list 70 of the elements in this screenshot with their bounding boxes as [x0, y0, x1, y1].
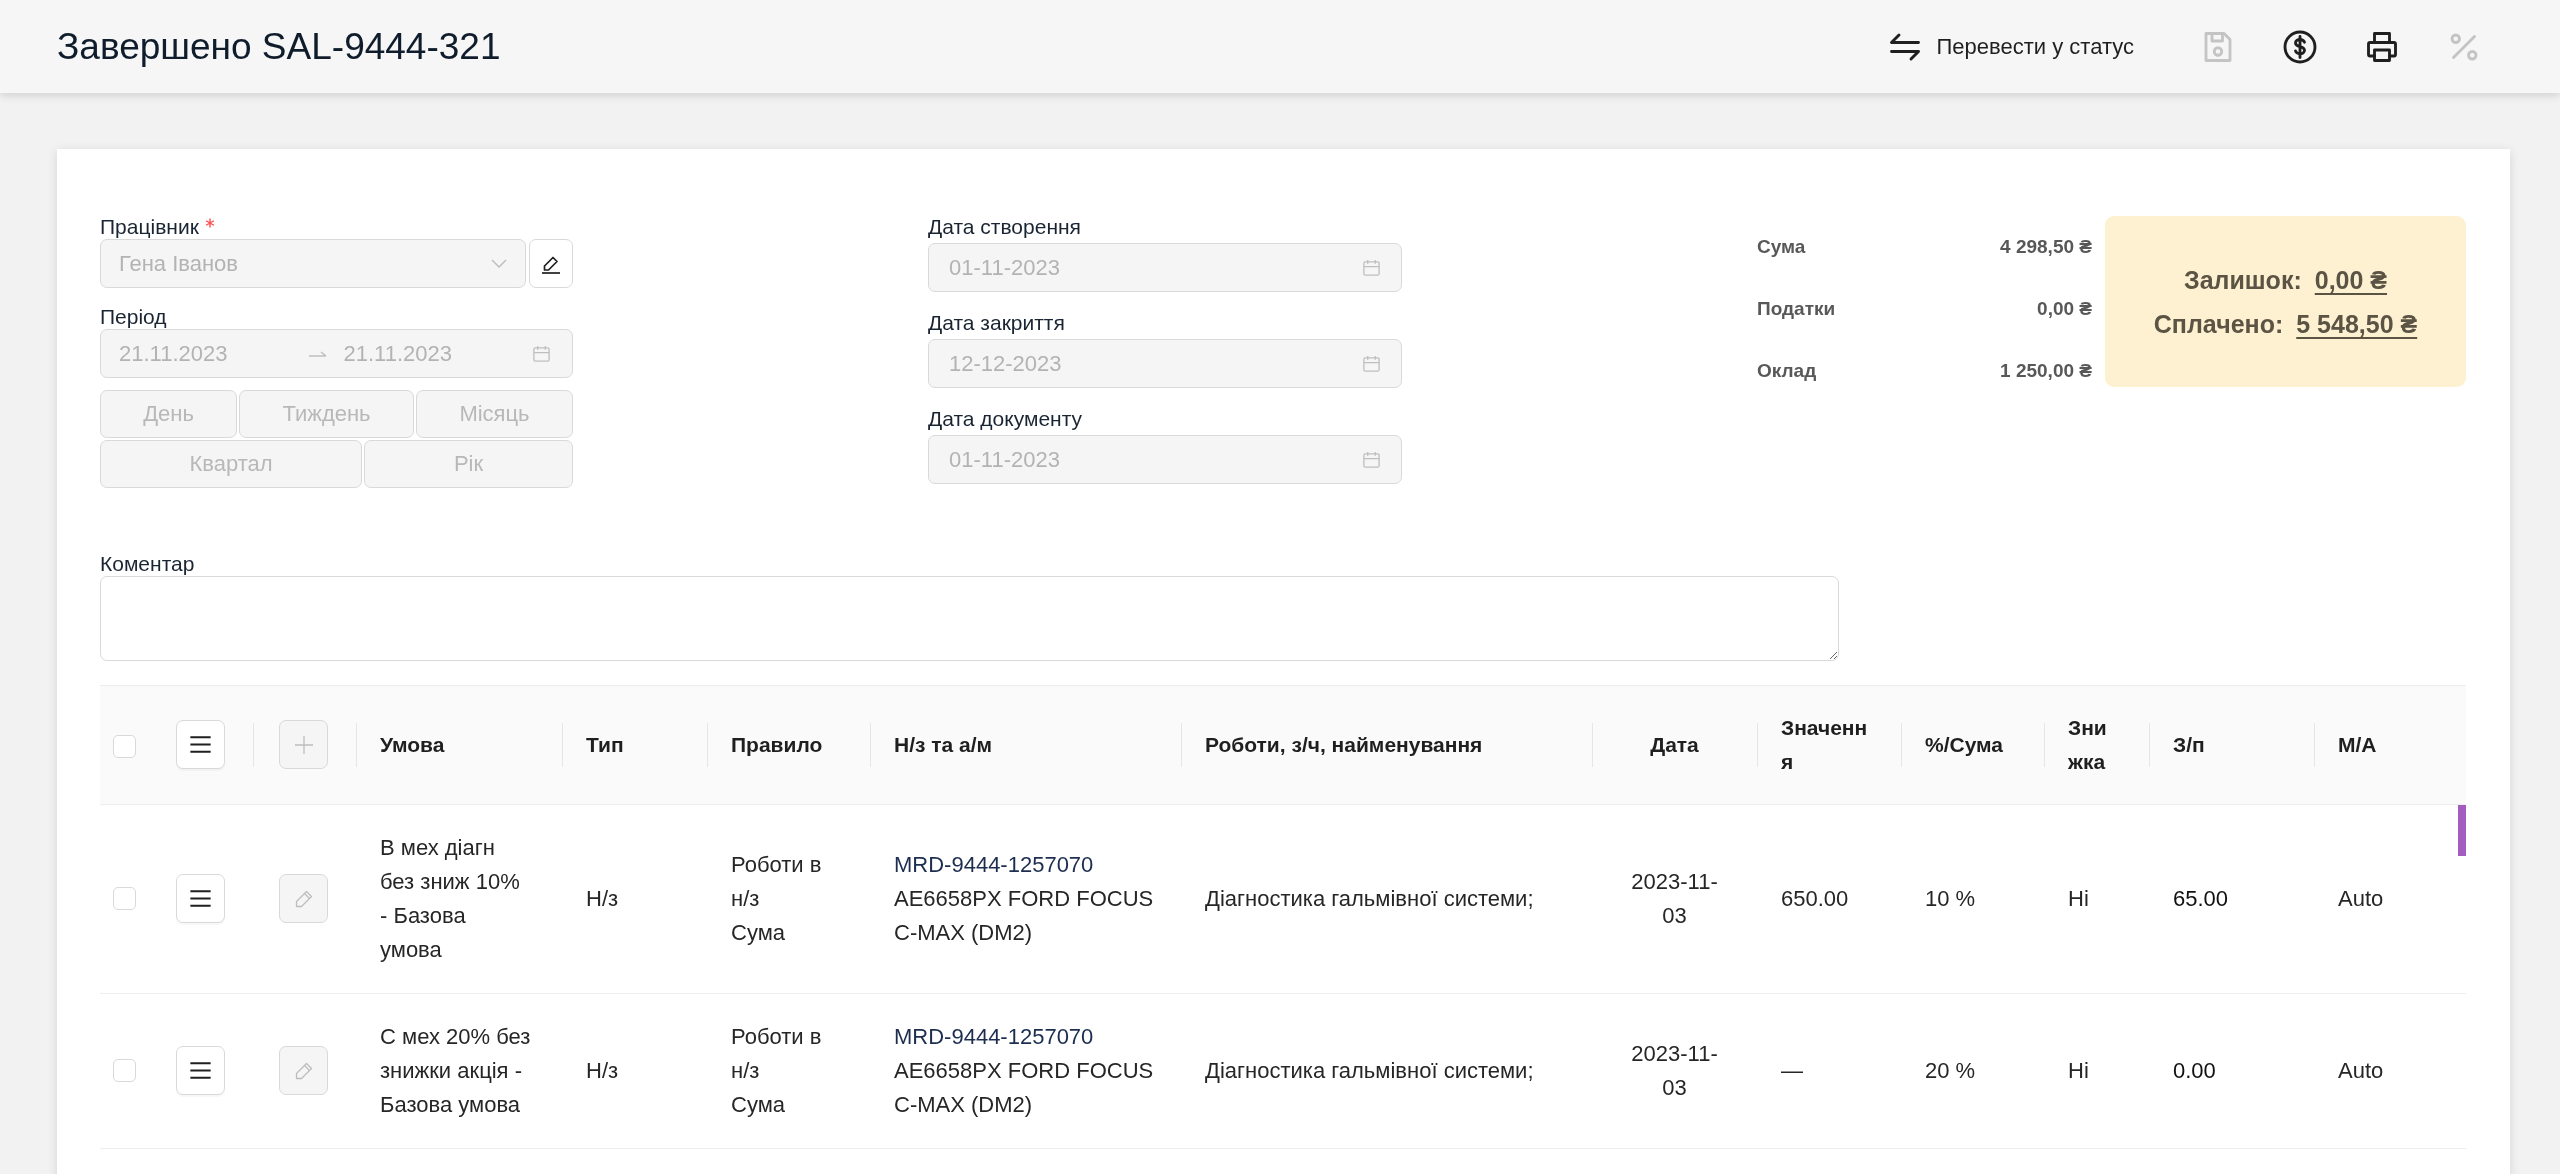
column-header: Дата: [1592, 686, 1757, 804]
table-cell: 20 %: [1901, 993, 2044, 1148]
change-status-button[interactable]: Перевести у статус: [1886, 28, 2134, 65]
comment-field[interactable]: [100, 576, 1839, 661]
table-cell: Ні: [2044, 993, 2149, 1148]
rule-text: Роботи в н/з: [731, 850, 823, 913]
column-header: М/А: [2314, 686, 2466, 804]
calendar-icon: [1362, 450, 1381, 469]
rule-mode-text: Сума: [731, 1090, 786, 1119]
dollar-circle-icon: [2282, 28, 2318, 65]
column-header: Роботи, з/ч, найменування: [1181, 686, 1592, 804]
balance-label: Сплачено:: [2153, 308, 2284, 340]
column-header: Значення: [1757, 686, 1901, 804]
balance-link[interactable]: 5 548,50 ₴: [2296, 306, 2418, 341]
row-checkbox[interactable]: [113, 1059, 136, 1082]
field-label: Дата документу: [928, 407, 1083, 431]
rule-text: Роботи в н/з: [731, 1022, 823, 1085]
field-label: Дата створення: [928, 215, 1081, 239]
summary-amount: 0,00 ₴: [2037, 298, 2092, 320]
summary-amount: 1 250,00 ₴: [2000, 360, 2092, 382]
table-cell: Auto: [2314, 993, 2466, 1148]
payment-button[interactable]: [2282, 28, 2318, 65]
table-cell: 65.00: [2149, 804, 2314, 993]
column-header: Тип: [562, 686, 707, 804]
column-header: Знижка: [2044, 686, 2149, 804]
table-cell: Діагностика гальмівної системи;: [1181, 993, 1592, 1148]
page-title: Завершено SAL-9444-321: [57, 25, 501, 68]
vehicle-text: AE6658PX FORD FOCUS C-MAX (DM2): [894, 884, 1155, 947]
summary-label: Податки: [1757, 298, 1836, 320]
table-cell: Ні: [2044, 804, 2149, 993]
scrollbar-thumb[interactable]: [2458, 805, 2466, 856]
column-header: Н/з та а/м: [870, 686, 1181, 804]
field-label: Працівник: [100, 215, 199, 239]
order-link[interactable]: MRD-9444-1257070: [894, 1019, 1157, 1054]
column-header: Умова: [356, 686, 562, 804]
rule-mode-text: Сума: [731, 918, 786, 947]
balance-link[interactable]: 0,00 ₴: [2314, 262, 2387, 297]
edit-button[interactable]: [529, 239, 573, 288]
table-cell: 650.00: [1757, 804, 1901, 993]
table-cell: В мех діагн без зниж 10% - Базова умова: [356, 804, 562, 993]
select-all-checkbox[interactable]: [113, 734, 136, 758]
table-cell: 10 %: [1901, 804, 2044, 993]
field-label: Період: [100, 305, 167, 329]
column-header: З/п: [2149, 686, 2314, 804]
balance-label: Залишок:: [2183, 264, 2302, 296]
table-cell: Н/з: [562, 993, 707, 1148]
table-cell: 2023-11-03: [1592, 993, 1757, 1148]
order-link[interactable]: MRD-9444-1257070: [894, 847, 1157, 882]
calendar-icon: [1362, 354, 1381, 373]
table-cell: С мех 20% без знижки акція - Базова умова: [356, 993, 562, 1148]
column-header: %/Сума: [1901, 686, 2044, 804]
field-label: Коментар: [100, 552, 195, 576]
column-menu-button[interactable]: [176, 720, 225, 770]
table-cell: Н/з: [562, 804, 707, 993]
summary-amount: 4 298,50 ₴: [2000, 236, 2092, 258]
field-label: Дата закриття: [928, 311, 1065, 335]
table-cell: 0.00: [2149, 993, 2314, 1148]
row-menu-button[interactable]: [176, 874, 225, 923]
summary-label: Оклад: [1757, 360, 1817, 382]
calendar-icon: [1362, 258, 1381, 277]
table-cell: —: [1757, 993, 1901, 1148]
summary-label: Сума: [1757, 236, 1806, 258]
table-cell: 2023-11-03: [1592, 804, 1757, 993]
table-cell: Діагностика гальмівної системи;: [1181, 804, 1592, 993]
row-menu-button[interactable]: [176, 1046, 225, 1095]
column-header: Правило: [707, 686, 870, 804]
row-checkbox[interactable]: [113, 887, 136, 910]
caret-icon: [491, 259, 507, 268]
calendar-icon: [532, 344, 551, 363]
vehicle-text: AE6658PX FORD FOCUS C-MAX (DM2): [894, 1056, 1155, 1119]
